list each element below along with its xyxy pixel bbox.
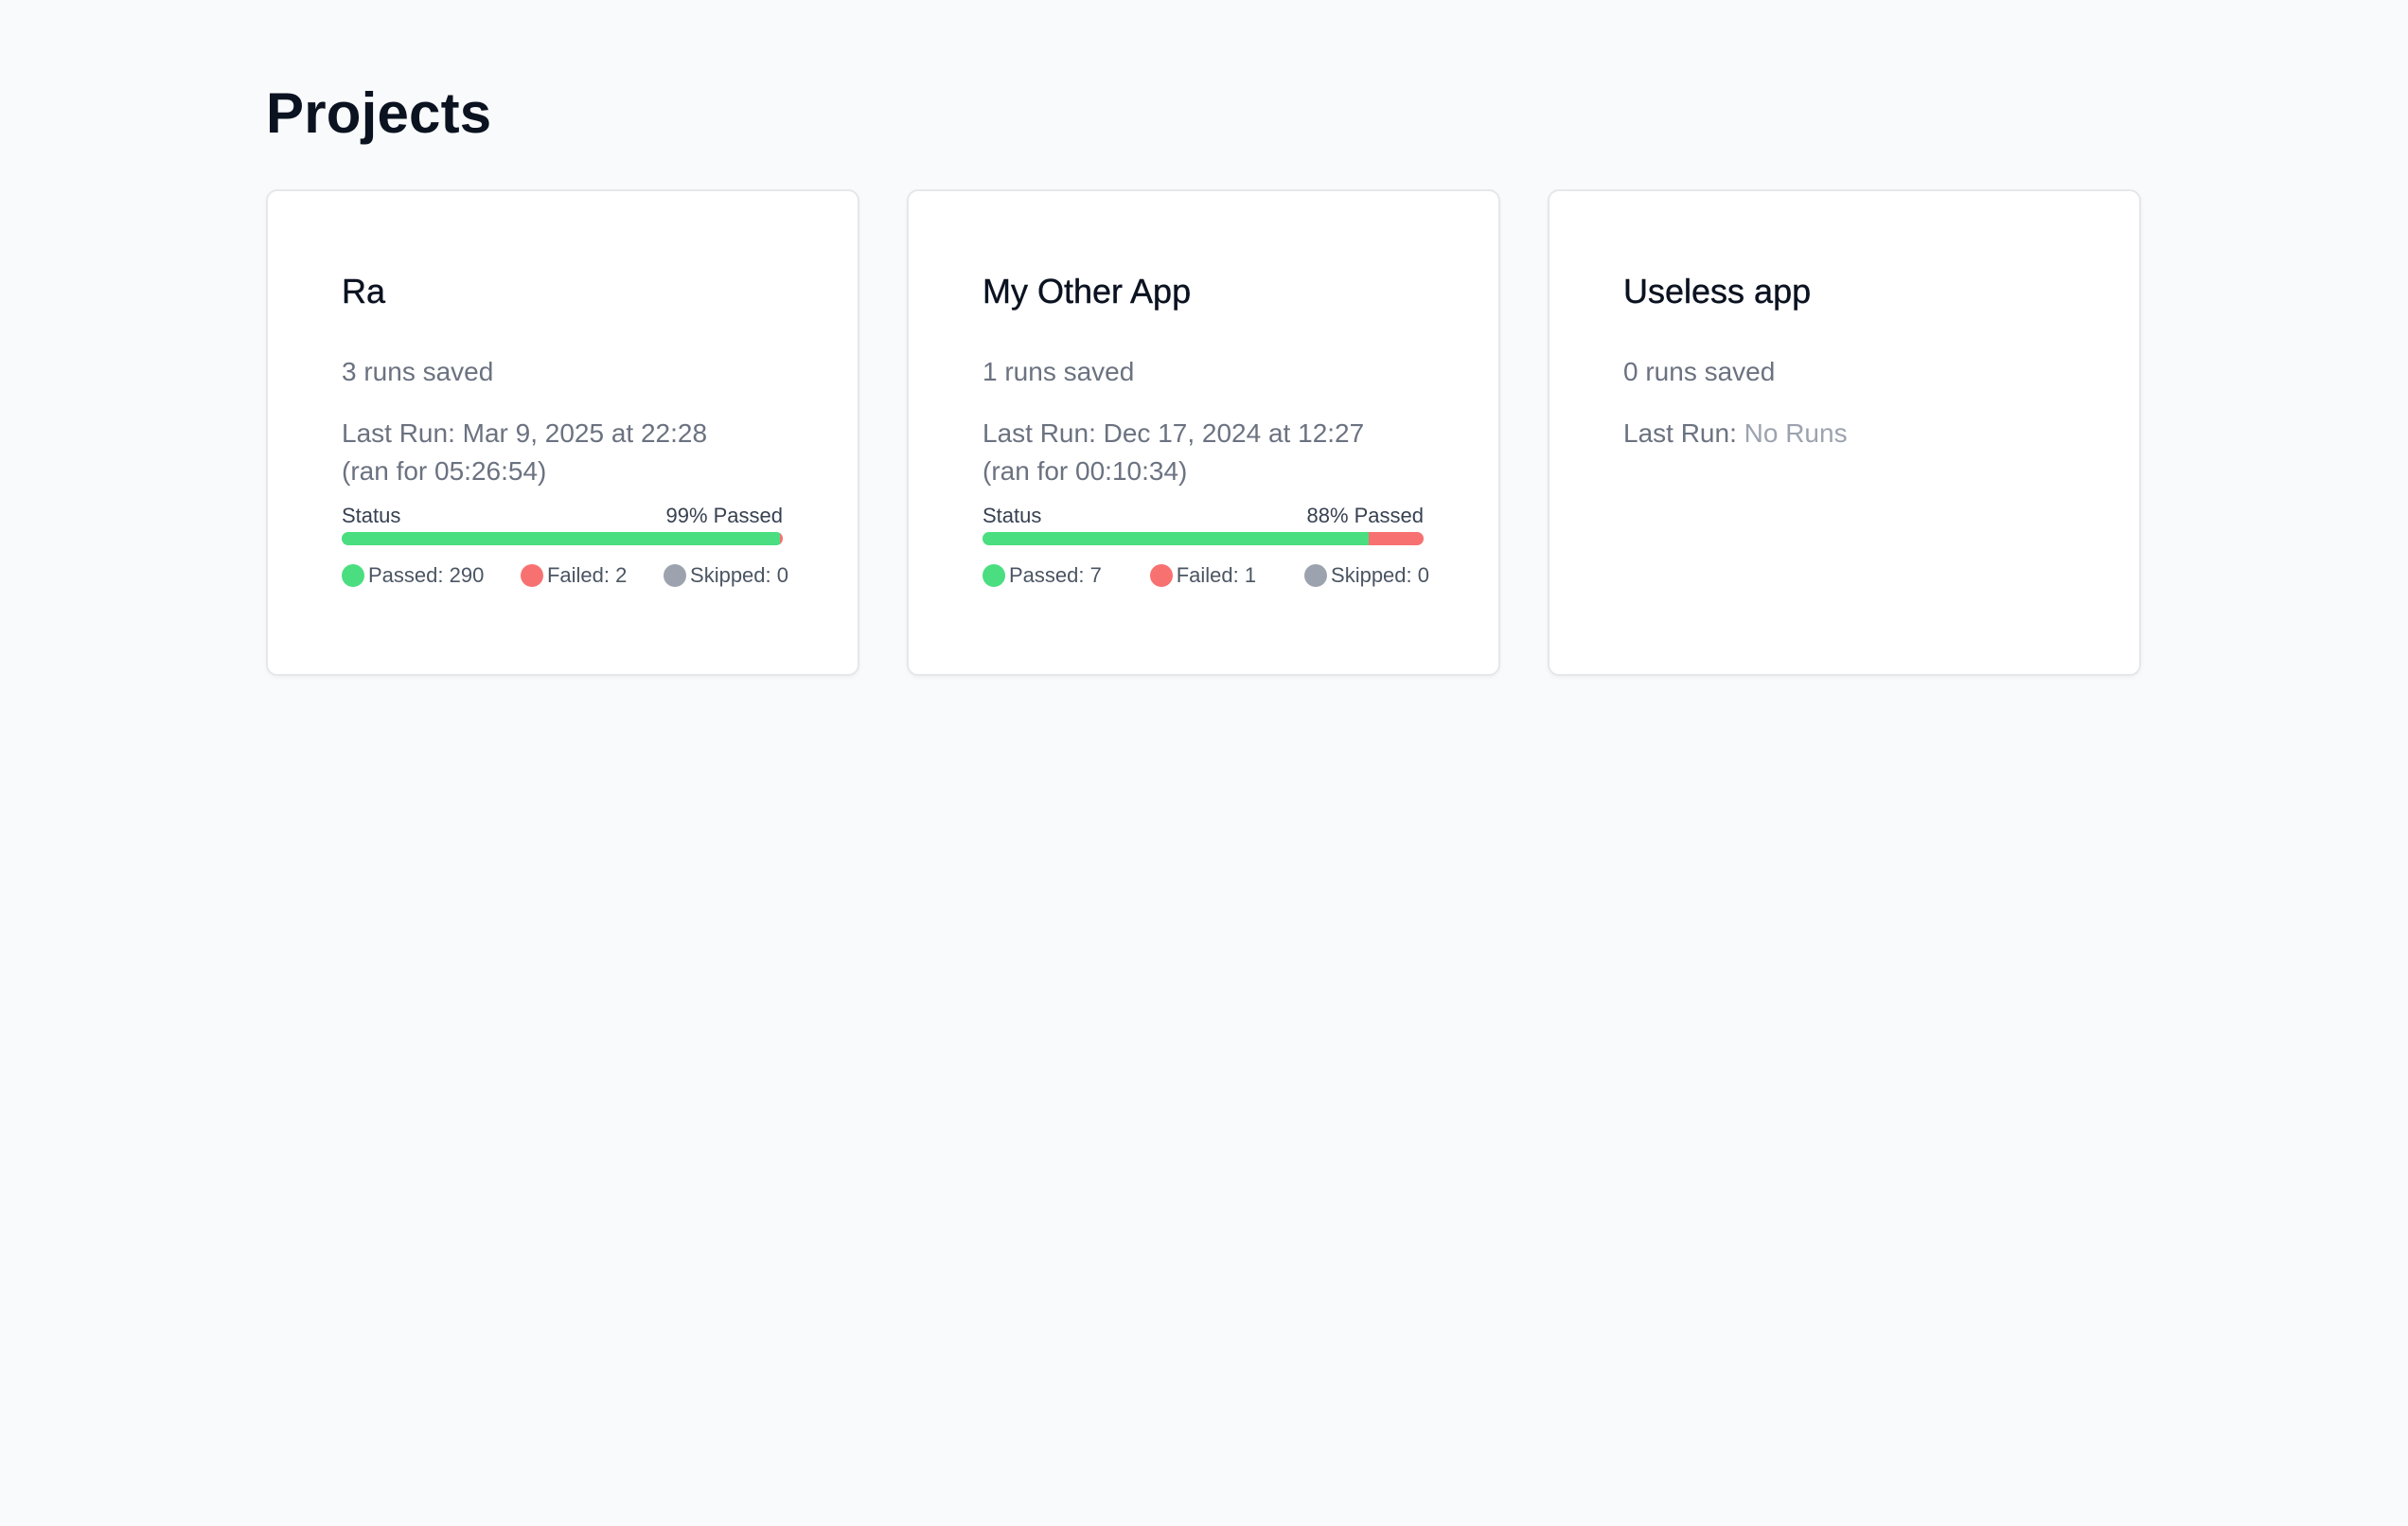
status-legend: Passed: 7 Failed: 1 Skipped: 0: [983, 562, 1429, 589]
status-label: Status: [342, 504, 401, 527]
project-grid: Ra 3 runs saved Last Run: Mar 9, 2025 at…: [266, 189, 2408, 676]
project-card-useless-app[interactable]: Useless app 0 runs saved Last Run: No Ru…: [1548, 189, 2141, 676]
last-run-value: No Runs: [1744, 418, 1848, 448]
passed-percentage: 88% Passed: [1306, 504, 1424, 527]
failed-dot-icon: [1149, 564, 1173, 587]
project-card-my-other-app[interactable]: My Other App 1 runs saved Last Run: Dec …: [907, 189, 1500, 676]
runs-saved-count: 3 runs saved: [342, 357, 494, 386]
project-title: My Other App: [983, 272, 1192, 311]
passed-bar-segment: [983, 532, 1369, 545]
failed-bar-segment: [779, 532, 783, 545]
project-card-ra[interactable]: Ra 3 runs saved Last Run: Mar 9, 2025 at…: [266, 189, 859, 676]
last-run-label: Last Run:: [342, 418, 463, 448]
skipped-count: Skipped: 0: [690, 563, 788, 587]
runs-saved-count: 0 runs saved: [1623, 357, 1776, 386]
passed-bar-segment: [342, 532, 780, 545]
skipped-count: Skipped: 0: [1331, 563, 1429, 587]
passed-count: Passed: 7: [1009, 563, 1102, 587]
last-run-value: Mar 9, 2025 at 22:28: [462, 418, 708, 448]
passed-count: Passed: 290: [368, 563, 485, 587]
runs-saved-count: 1 runs saved: [983, 357, 1135, 386]
last-run: Last Run: Dec 17, 2024 at 12:27 (ran for…: [983, 415, 1425, 490]
legend-failed: Failed: 2: [520, 562, 628, 589]
passed-percentage: 99% Passed: [665, 504, 783, 527]
last-run-value: Dec 17, 2024 at 12:27: [1103, 418, 1365, 448]
status-progress-bar: [983, 532, 1424, 545]
passed-dot-icon: [983, 564, 1005, 587]
legend-failed: Failed: 1: [1149, 562, 1257, 589]
skipped-dot-icon: [1304, 564, 1328, 587]
status-legend: Passed: 290 Failed: 2 Skipped: 0: [342, 562, 788, 589]
run-duration: (ran for 00:10:34): [983, 456, 1188, 486]
status-progress-bar: [342, 532, 783, 545]
last-run-label: Last Run:: [1623, 418, 1744, 448]
page-title: Projects: [266, 81, 492, 145]
last-run: Last Run: No Runs: [1623, 415, 2065, 452]
legend-skipped: Skipped: 0: [664, 562, 788, 589]
legend-skipped: Skipped: 0: [1304, 562, 1429, 589]
project-title: Useless app: [1623, 272, 1812, 311]
passed-dot-icon: [342, 564, 364, 587]
legend-passed: Passed: 7: [983, 562, 1102, 589]
failed-count: Failed: 2: [546, 563, 628, 587]
status-header: Status 99% Passed: [342, 504, 783, 528]
skipped-dot-icon: [664, 564, 687, 587]
projects-page: Projects Ra 3 runs saved Last Run: Mar 9…: [0, 0, 2408, 1526]
failed-dot-icon: [520, 564, 543, 587]
status-label: Status: [983, 504, 1042, 527]
last-run: Last Run: Mar 9, 2025 at 22:28 (ran for …: [342, 415, 784, 490]
failed-bar-segment: [1368, 532, 1424, 545]
last-run-label: Last Run:: [983, 418, 1104, 448]
legend-passed: Passed: 290: [342, 562, 484, 589]
run-duration: (ran for 05:26:54): [342, 456, 547, 486]
failed-count: Failed: 1: [1176, 563, 1257, 587]
project-title: Ra: [342, 272, 386, 311]
status-header: Status 88% Passed: [983, 504, 1424, 528]
